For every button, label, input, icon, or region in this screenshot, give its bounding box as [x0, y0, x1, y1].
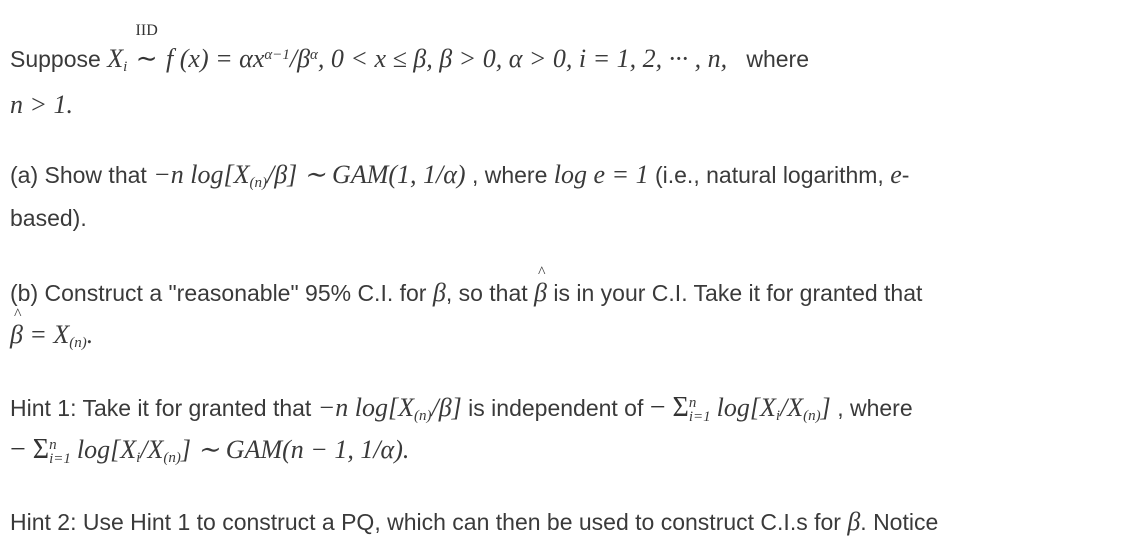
sum-lower: i=1 — [49, 450, 71, 467]
close: ] — [820, 393, 831, 422]
sub-n: (n) — [413, 407, 432, 424]
sub-n: (n) — [163, 449, 181, 466]
eq-lead: = X — [29, 320, 70, 349]
part-b-text3: is in your C.I. Take it for granted that — [553, 280, 923, 306]
sub-n: (n) — [69, 334, 87, 351]
beta-hat: ^ β — [534, 264, 547, 308]
hint1-text2: is independent of — [468, 395, 644, 421]
sum-limits: n i=1 — [688, 394, 711, 425]
expr-lead: −n log[X — [317, 393, 414, 422]
intro-prefix: Suppose — [10, 46, 101, 72]
beta-symbol: β — [432, 278, 446, 307]
part-b-text2: , so that — [445, 280, 528, 306]
expr-lead: −n log[X — [153, 160, 250, 189]
log-expression: log e = 1 — [553, 160, 649, 189]
part-a-mid: , where — [471, 162, 548, 188]
sum-upper: n — [688, 394, 697, 411]
sub-n: (n) — [249, 174, 267, 191]
div: /X — [780, 393, 804, 422]
div: /X — [140, 435, 164, 464]
expr-tail: /β] ∼ GAM(1, 1/α) — [266, 160, 466, 189]
hat-icon: ^ — [538, 264, 546, 281]
iid-label: IID — [135, 22, 158, 39]
part-a-line-2: based). — [10, 205, 87, 231]
sub-n: (n) — [803, 407, 821, 424]
dash: - — [901, 162, 910, 188]
hint1-text1: Hint 1: Take it for granted that — [10, 395, 312, 421]
sum-lower: i=1 — [688, 408, 711, 425]
beta-hat-symbol: β — [10, 320, 23, 349]
density-rest: /β — [289, 44, 311, 73]
sum-upper: n — [49, 436, 57, 453]
part-a-label: (a) Show that — [10, 162, 147, 188]
equation: = X(n). — [29, 320, 94, 351]
density-lead: f (x) = αx — [166, 44, 265, 73]
hint1-text3: , where — [837, 395, 913, 421]
gam-tail: ] ∼ GAM(n − 1, 1/α). — [180, 435, 410, 464]
e-char: e — [890, 160, 902, 189]
part-b-text1: (b) Construct a "reasonable" 95% C.I. fo… — [10, 280, 427, 306]
beta-hat-symbol: β — [534, 278, 547, 307]
hint1-line-2: − Σn i=1 log[Xi/X(n)] ∼ GAM(n − 1, 1/α). — [10, 434, 409, 466]
part-a-line-1: (a) Show that −n log[X(n)/β] ∼ GAM(1, 1/… — [10, 160, 909, 190]
intro-suffix: where — [746, 46, 810, 72]
intro-line-2: n > 1. — [10, 90, 74, 119]
density-expression: f (x) = αxα−1/βα, 0 < x ≤ β, β > 0, α > … — [166, 44, 727, 73]
hint1-expression: −n log[X(n)/β] — [317, 393, 462, 424]
expr-tail: /β] — [431, 393, 462, 422]
sum-symbol: − Σ — [10, 434, 50, 465]
beta-hat: ^ β — [10, 306, 23, 350]
sub-i: i — [136, 449, 141, 466]
part-a-expression: −n log[X(n)/β] ∼ GAM(1, 1/α) — [153, 160, 466, 191]
part-b-line-1: (b) Construct a "reasonable" 95% C.I. fo… — [10, 264, 923, 308]
part-a-note: (i.e., natural logarithm, — [654, 162, 884, 188]
hint2-end: . Notice — [860, 509, 939, 535]
hint1-line-1: Hint 1: Take it for granted that −n log[… — [10, 392, 913, 424]
hat-icon: ^ — [14, 306, 22, 323]
log-term: log[Xi/X(n)] — [716, 393, 831, 424]
part-b-line-2: ^ β = X(n). — [10, 306, 94, 351]
sub-i: i — [775, 407, 781, 424]
hint2-text: Hint 2: Use Hint 1 to construct a PQ, wh… — [10, 509, 841, 535]
sum-symbol: − Σ — [649, 392, 689, 423]
sum-limits: n i=1 — [49, 436, 71, 467]
math-xi: Xi — [107, 44, 128, 75]
density-exponent: α−1 — [264, 46, 290, 63]
constraints: , 0 < x ≤ β, β > 0, α > 0, i = 1, 2, ···… — [317, 44, 728, 73]
log-lead: log[X — [716, 393, 776, 422]
iid-tilde: IID ∼ — [135, 22, 158, 73]
log-lead: log[X — [76, 435, 137, 464]
intro-line-1: Suppose Xi IID ∼ f (x) = αxα−1/βα, 0 < x … — [10, 22, 810, 75]
beta-symbol: β — [847, 507, 861, 536]
eq-end: . — [86, 320, 94, 349]
density-beta-exp: α — [310, 46, 318, 63]
log-term: log[Xi/X(n)] ∼ GAM(n − 1, 1/α). — [76, 435, 410, 466]
hint2-line: Hint 2: Use Hint 1 to construct a PQ, wh… — [10, 507, 938, 537]
